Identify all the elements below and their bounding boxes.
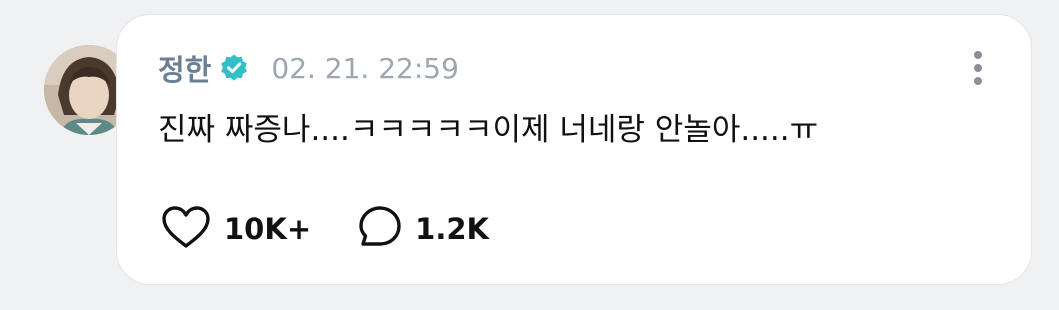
like-count: 10K+ bbox=[224, 212, 312, 246]
speech-bubble-icon bbox=[357, 204, 403, 254]
post-timestamp: 02. 21. 22:59 bbox=[271, 51, 459, 85]
like-button[interactable]: 10K+ bbox=[160, 204, 311, 254]
post-message: 진짜 짜증나....ㅋㅋㅋㅋㅋ이제 너네랑 안놀아.....ㅠ bbox=[158, 112, 819, 148]
post-actions: 10K+ 1.2K bbox=[160, 204, 489, 254]
comment-count: 1.2K bbox=[415, 212, 489, 246]
heart-outline-icon bbox=[160, 204, 212, 254]
ellipsis-dot bbox=[974, 64, 982, 72]
ellipsis-dot bbox=[974, 77, 982, 85]
author-name[interactable]: 정한 bbox=[158, 47, 211, 89]
vertical-ellipsis-icon bbox=[974, 51, 982, 59]
verified-badge-icon bbox=[219, 53, 249, 83]
comment-button[interactable]: 1.2K bbox=[357, 204, 489, 254]
post-header: 정한 02. 21. 22:59 bbox=[158, 48, 459, 88]
more-options-button[interactable] bbox=[966, 48, 990, 88]
